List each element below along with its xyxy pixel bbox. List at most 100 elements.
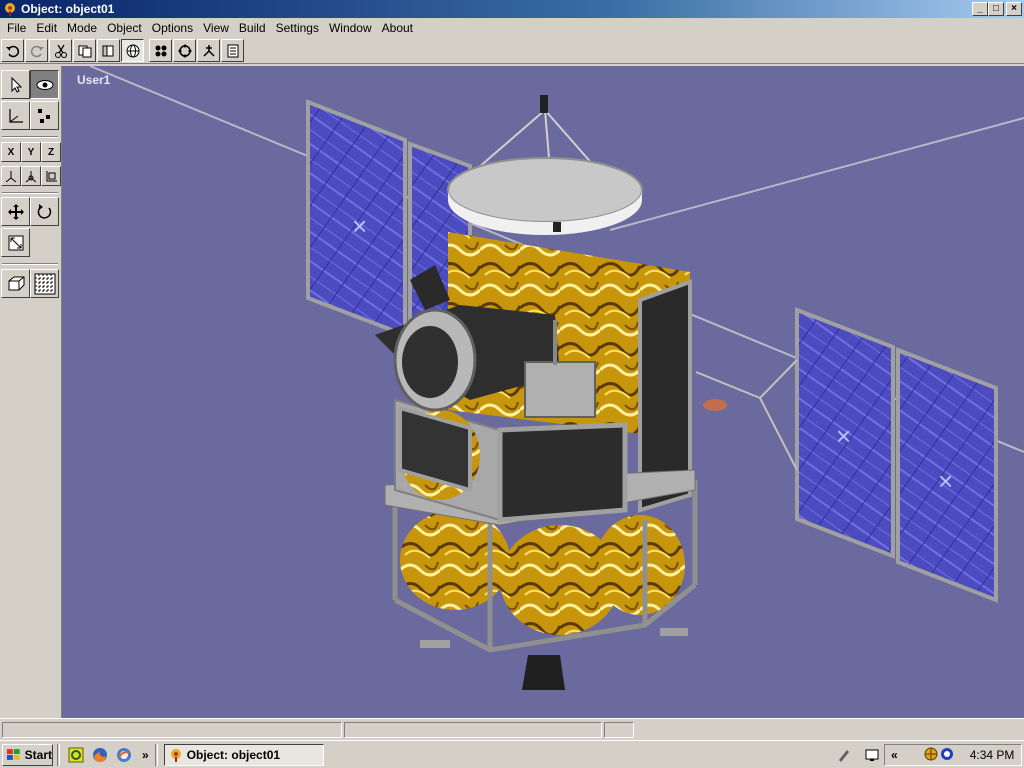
task-title: Object: object01	[186, 747, 281, 762]
minimize-button[interactable]: _	[972, 2, 988, 16]
menu-edit[interactable]: Edit	[31, 18, 62, 38]
svg-text:×: ×	[352, 211, 367, 241]
copy-icon	[78, 45, 91, 57]
view-tool[interactable]	[30, 70, 59, 99]
solid-mode-tool[interactable]	[1, 269, 30, 298]
menu-bar: File Edit Mode Object Options View Build…	[0, 18, 1024, 38]
axes-local-tool[interactable]	[21, 166, 41, 186]
paste-icon	[102, 45, 113, 56]
redo-button[interactable]	[25, 39, 48, 62]
tray-chevron[interactable]: «	[891, 748, 898, 762]
cut-button[interactable]	[49, 39, 72, 62]
fuel-tanks	[400, 510, 685, 635]
texture-mode-tool[interactable]	[30, 269, 59, 298]
solar-panel-left: ×	[306, 99, 472, 341]
orbit-button[interactable]	[173, 39, 196, 62]
axis-icon	[8, 108, 23, 123]
move-arrows-icon	[7, 203, 24, 220]
undo-button[interactable]	[1, 39, 24, 62]
tray-pen-icon[interactable]	[835, 746, 853, 764]
vertex-tool[interactable]	[30, 101, 59, 130]
app-icon[interactable]	[2, 1, 18, 17]
scale-icon	[8, 235, 23, 250]
main-toolbar	[0, 38, 1024, 64]
corner-icon	[46, 171, 57, 182]
z-axis-toggle[interactable]: Z	[41, 142, 61, 162]
menu-options[interactable]: Options	[147, 18, 198, 38]
engine-nozzle	[522, 655, 565, 690]
circle-dots-icon	[178, 44, 191, 57]
arrow-cursor-icon	[11, 76, 22, 93]
windows-logo-icon	[6, 748, 20, 760]
tray-clock-icon[interactable]	[940, 747, 954, 764]
tray-network-icon[interactable]	[924, 747, 938, 764]
quicklaunch-desktop[interactable]	[67, 746, 85, 764]
task-object01[interactable]: Object: object01	[163, 743, 324, 766]
move-tool[interactable]	[1, 197, 30, 226]
list-button[interactable]	[221, 39, 244, 62]
svg-text:×: ×	[836, 421, 851, 451]
eye-icon	[36, 79, 53, 90]
scissors-icon	[54, 44, 67, 58]
tray-clock[interactable]: 4:34 PM	[970, 748, 1015, 762]
status-pane-2	[344, 722, 602, 738]
title-bar: Object: object01 _ □ ×	[0, 0, 1024, 18]
undo-icon	[5, 45, 19, 57]
menu-settings[interactable]: Settings	[271, 18, 324, 38]
select-tool[interactable]	[1, 70, 30, 99]
desktop-icon	[68, 747, 84, 762]
app-icon	[170, 748, 181, 762]
rotate-tool[interactable]	[30, 197, 59, 226]
satellite-model[interactable]: × × ×	[62, 66, 1024, 718]
sphere-view-button[interactable]	[121, 39, 144, 62]
redo-icon	[30, 45, 44, 57]
status-bar	[0, 718, 1024, 740]
x-axis-toggle[interactable]: X	[1, 142, 21, 162]
axes-xyz-tool[interactable]	[1, 166, 21, 186]
solar-panel-right: × ×	[695, 307, 998, 603]
start-label: Start	[24, 747, 52, 762]
menu-file[interactable]: File	[2, 18, 31, 38]
browser-icon	[117, 747, 131, 762]
menu-about[interactable]: About	[377, 18, 418, 38]
scale-tool[interactable]	[1, 228, 30, 257]
system-tray: « 4:34 PM	[884, 744, 1022, 766]
list-icon	[227, 44, 238, 57]
texture-icon	[34, 273, 55, 294]
quicklaunch-overflow[interactable]: »	[142, 748, 149, 762]
snap-icon	[202, 44, 215, 57]
status-pane-1	[2, 722, 342, 738]
start-button[interactable]: Start	[2, 743, 53, 766]
status-pane-3	[604, 722, 634, 738]
quicklaunch-browser[interactable]	[115, 746, 133, 764]
menu-build[interactable]: Build	[234, 18, 271, 38]
tray-display-icon[interactable]	[863, 746, 881, 764]
four-dots-icon	[155, 45, 166, 56]
axes-world-tool[interactable]	[41, 166, 61, 186]
menu-view[interactable]: View	[198, 18, 234, 38]
points-button[interactable]	[149, 39, 172, 62]
menu-window[interactable]: Window	[324, 18, 377, 38]
rotate-icon	[37, 203, 51, 219]
menu-mode[interactable]: Mode	[62, 18, 102, 38]
dots-icon	[37, 108, 50, 123]
menu-object[interactable]: Object	[102, 18, 147, 38]
axes-icon	[5, 171, 17, 183]
snap-button[interactable]	[197, 39, 220, 62]
box-icon	[8, 276, 24, 290]
tool-panel: X Y Z	[0, 66, 62, 718]
close-button[interactable]: ×	[1006, 2, 1022, 16]
axis-tool[interactable]	[1, 101, 30, 130]
y-axis-toggle[interactable]: Y	[21, 142, 41, 162]
quicklaunch-firefox[interactable]	[91, 746, 109, 764]
window-title: Object: object01	[21, 2, 115, 16]
dish-antenna	[447, 95, 643, 235]
taskbar: Start » Object: object01 « 4:34 PM	[0, 740, 1024, 768]
maximize-button[interactable]: □	[988, 2, 1004, 16]
copy-object-button[interactable]	[73, 39, 96, 62]
paste-object-button[interactable]	[97, 39, 120, 62]
sphere-icon	[126, 44, 139, 57]
svg-text:×: ×	[938, 466, 953, 496]
axes-local-icon	[25, 171, 37, 183]
3d-viewport[interactable]: User1 × × ×	[62, 66, 1024, 718]
